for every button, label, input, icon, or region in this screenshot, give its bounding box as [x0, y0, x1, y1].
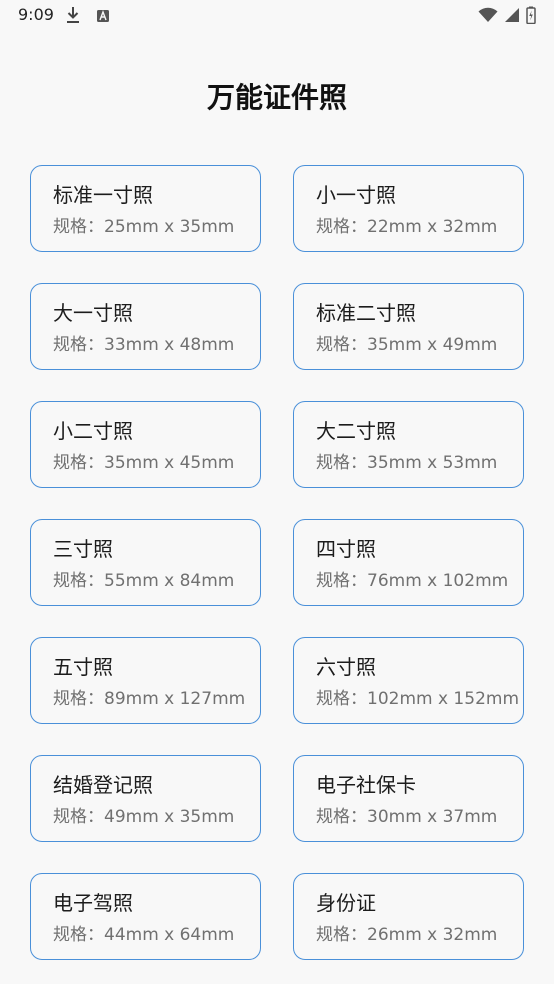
card-spec: 规格：44mm x 64mm [53, 925, 235, 945]
card-spec: 规格：25mm x 35mm [53, 217, 235, 237]
status-time: 9:09 [18, 5, 54, 24]
card-name: 标准二寸照 [316, 301, 416, 325]
status-left-icons [66, 6, 110, 28]
photo-size-card[interactable]: 四寸照 规格：76mm x 102mm [293, 519, 524, 606]
battery-icon [526, 6, 536, 28]
card-name: 四寸照 [316, 537, 376, 561]
card-name: 大一寸照 [53, 301, 133, 325]
card-spec: 规格：35mm x 49mm [316, 335, 498, 355]
card-spec: 规格：26mm x 32mm [316, 925, 498, 945]
card-name: 结婚登记照 [53, 773, 153, 797]
photo-size-card[interactable]: 三寸照 规格：55mm x 84mm [30, 519, 261, 606]
photo-size-card[interactable]: 大二寸照 规格：35mm x 53mm [293, 401, 524, 488]
photo-size-card[interactable]: 电子社保卡 规格：30mm x 37mm [293, 755, 524, 842]
card-spec: 规格：33mm x 48mm [53, 335, 235, 355]
card-spec: 规格：35mm x 45mm [53, 453, 235, 473]
card-spec: 规格：30mm x 37mm [316, 807, 498, 827]
card-spec: 规格：22mm x 32mm [316, 217, 498, 237]
photo-size-card[interactable]: 小二寸照 规格：35mm x 45mm [30, 401, 261, 488]
download-icon [66, 6, 80, 28]
status-bar: 9:09 [0, 0, 554, 32]
card-name: 标准一寸照 [53, 183, 153, 207]
card-spec: 规格：55mm x 84mm [53, 571, 235, 591]
photo-size-card[interactable]: 小一寸照 规格：22mm x 32mm [293, 165, 524, 252]
card-name: 六寸照 [316, 655, 376, 679]
photo-size-grid: 标准一寸照 规格：25mm x 35mm 小一寸照 规格：22mm x 32mm… [30, 165, 524, 960]
status-right-icons [478, 6, 536, 28]
photo-size-card[interactable]: 五寸照 规格：89mm x 127mm [30, 637, 261, 724]
card-name: 身份证 [316, 891, 376, 915]
card-spec: 规格：49mm x 35mm [53, 807, 235, 827]
photo-size-card[interactable]: 六寸照 规格：102mm x 152mm [293, 637, 524, 724]
card-name: 小二寸照 [53, 419, 133, 443]
card-name: 三寸照 [53, 537, 113, 561]
page-title: 万能证件照 [206, 81, 347, 114]
card-spec: 规格：102mm x 152mm [316, 689, 520, 709]
card-spec: 规格：89mm x 127mm [53, 689, 246, 709]
photo-size-card[interactable]: 大一寸照 规格：33mm x 48mm [30, 283, 261, 370]
photo-size-card[interactable]: 结婚登记照 规格：49mm x 35mm [30, 755, 261, 842]
card-name: 电子社保卡 [316, 773, 416, 797]
card-name: 电子驾照 [53, 891, 133, 915]
card-name: 小一寸照 [316, 183, 396, 207]
card-spec: 规格：35mm x 53mm [316, 453, 498, 473]
photo-size-card[interactable]: 标准二寸照 规格：35mm x 49mm [293, 283, 524, 370]
photo-size-card[interactable]: 电子驾照 规格：44mm x 64mm [30, 873, 261, 960]
wifi-icon [478, 7, 498, 27]
photo-size-card[interactable]: 身份证 规格：26mm x 32mm [293, 873, 524, 960]
text-notification-icon [96, 8, 110, 27]
photo-size-card[interactable]: 标准一寸照 规格：25mm x 35mm [30, 165, 261, 252]
card-name: 大二寸照 [316, 419, 396, 443]
cell-signal-icon [504, 7, 520, 27]
card-spec: 规格：76mm x 102mm [316, 571, 509, 591]
card-name: 五寸照 [53, 655, 113, 679]
